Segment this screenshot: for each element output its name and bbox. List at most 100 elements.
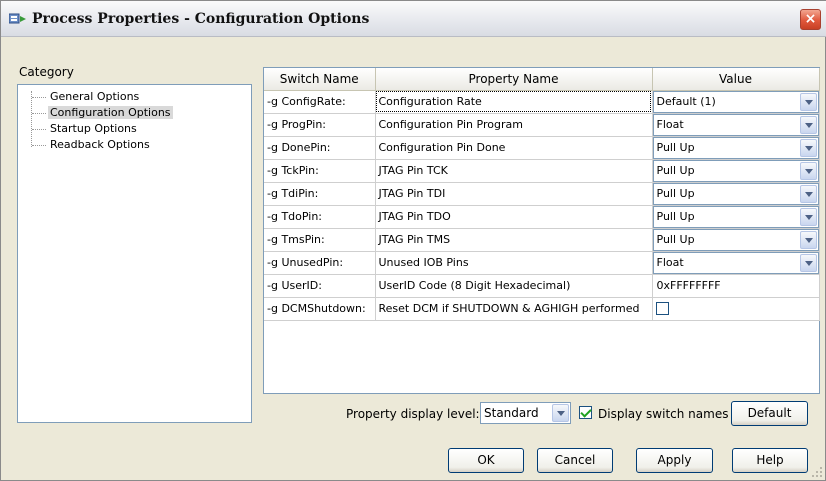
tree-connector <box>32 144 46 146</box>
title-bar[interactable]: Process Properties - Configuration Optio… <box>1 1 826 37</box>
tree-item-label: Readback Options <box>50 138 150 151</box>
value-cell: Pull Up <box>652 228 820 252</box>
property-name-cell: Configuration Rate <box>375 90 653 114</box>
tree-item-label: General Options <box>50 90 140 103</box>
tdo-pin-dropdown[interactable]: Pull Up <box>652 205 818 227</box>
value-cell: Pull Up <box>652 182 820 206</box>
table-row: -g TdiPin: JTAG Pin TDI Pull Up <box>264 182 820 206</box>
switch-name-cell: -g UnusedPin: <box>264 251 376 275</box>
property-name-cell: UserID Code (8 Digit Hexadecimal) <box>375 274 653 298</box>
value-cell <box>652 297 820 321</box>
switch-name-cell: -g TdoPin: <box>264 205 376 229</box>
chevron-down-icon[interactable] <box>552 404 569 422</box>
table-row: -g TdoPin: JTAG Pin TDO Pull Up <box>264 205 820 229</box>
chevron-down-icon[interactable] <box>799 207 817 226</box>
property-name-cell: JTAG Pin TDO <box>375 205 653 229</box>
table-row: -g ConfigRate: Configuration Rate Defaul… <box>264 90 820 114</box>
switch-name-cell: -g TckPin: <box>264 159 376 183</box>
dropdown-value: Float <box>656 255 684 269</box>
table-row: -g DonePin: Configuration Pin Done Pull … <box>264 136 820 160</box>
value-cell: Default (1) <box>652 90 820 114</box>
display-options-row: Property display level: Standard Display… <box>1 401 826 427</box>
switch-name-cell: -g UserID: <box>264 274 376 298</box>
dropdown-value: Pull Up <box>656 209 695 223</box>
value-cell: Float <box>652 251 820 275</box>
table-row: -g DCMShutdown: Reset DCM if SHUTDOWN & … <box>264 297 820 321</box>
chevron-down-icon[interactable] <box>799 230 817 249</box>
tree-connector <box>32 96 46 98</box>
tck-pin-dropdown[interactable]: Pull Up <box>652 159 818 181</box>
dropdown-value: Default (1) <box>656 94 716 108</box>
column-header-property-name[interactable]: Property Name <box>375 68 653 91</box>
property-display-level-label: Property display level: <box>346 407 480 421</box>
switch-name-cell: -g ConfigRate: <box>264 90 376 114</box>
table-row: -g UnusedPin: Unused IOB Pins Float <box>264 251 820 275</box>
property-name-cell: JTAG Pin TMS <box>375 228 653 252</box>
tree-item-configuration-options[interactable]: Configuration Options <box>32 106 173 122</box>
dropdown-value: Pull Up <box>656 232 695 246</box>
close-button[interactable]: × <box>800 9 821 30</box>
done-pin-dropdown[interactable]: Pull Up <box>652 136 818 158</box>
apply-button[interactable]: Apply <box>636 448 713 473</box>
tree-connector <box>32 112 46 114</box>
config-rate-dropdown[interactable]: Default (1) <box>652 90 818 112</box>
property-name-cell: Unused IOB Pins <box>375 251 653 275</box>
resize-grip-icon[interactable] <box>811 466 823 478</box>
unused-pin-dropdown[interactable]: Float <box>652 251 818 273</box>
tdi-pin-dropdown[interactable]: Pull Up <box>652 182 818 204</box>
display-switch-names-label[interactable]: Display switch names <box>598 407 728 421</box>
switch-name-cell: -g DCMShutdown: <box>264 297 376 321</box>
tree-item-label: Startup Options <box>50 122 137 135</box>
properties-grid: Switch Name Property Name Value -g Confi… <box>263 67 820 394</box>
cancel-button[interactable]: Cancel <box>537 448 613 473</box>
properties-icon <box>9 13 26 24</box>
property-name-cell: Configuration Pin Done <box>375 136 653 160</box>
property-name-cell: Configuration Pin Program <box>375 113 653 137</box>
dropdown-value: Pull Up <box>656 140 695 154</box>
tree-item-label: Configuration Options <box>48 106 173 119</box>
chevron-down-icon[interactable] <box>799 138 817 157</box>
process-properties-dialog: Process Properties - Configuration Optio… <box>0 0 826 481</box>
default-button[interactable]: Default <box>731 401 808 426</box>
switch-name-cell: -g DonePin: <box>264 136 376 160</box>
table-header-row: Switch Name Property Name Value <box>264 68 820 91</box>
tree-item-readback-options[interactable]: Readback Options <box>32 138 152 154</box>
dropdown-value: Pull Up <box>656 163 695 177</box>
column-header-switch-name[interactable]: Switch Name <box>264 68 376 91</box>
table-row: -g TmsPin: JTAG Pin TMS Pull Up <box>264 228 820 252</box>
chevron-down-icon[interactable] <box>799 115 817 134</box>
dropdown-value: Float <box>656 117 684 131</box>
prog-pin-dropdown[interactable]: Float <box>652 113 818 135</box>
dcm-shutdown-checkbox[interactable] <box>655 302 669 316</box>
chevron-down-icon[interactable] <box>799 92 817 111</box>
switch-name-cell: -g TmsPin: <box>264 228 376 252</box>
column-header-value[interactable]: Value <box>652 68 820 91</box>
property-name-cell: Reset DCM if SHUTDOWN & AGHIGH performed <box>375 297 653 321</box>
chevron-down-icon[interactable] <box>799 161 817 180</box>
help-button[interactable]: Help <box>732 448 808 473</box>
tree-item-general-options[interactable]: General Options <box>32 90 141 106</box>
value-cell: Pull Up <box>652 159 820 183</box>
category-label-text: Category <box>19 65 74 79</box>
category-tree[interactable]: General Options Configuration Options St… <box>17 84 252 423</box>
ok-button[interactable]: OK <box>448 448 524 473</box>
display-switch-names-checkbox[interactable] <box>579 406 592 419</box>
chevron-down-icon[interactable] <box>799 184 817 203</box>
switch-name-cell: -g ProgPin: <box>264 113 376 137</box>
chevron-down-icon[interactable] <box>799 253 817 272</box>
switch-name-cell: -g TdiPin: <box>264 182 376 206</box>
tms-pin-dropdown[interactable]: Pull Up <box>652 228 818 250</box>
user-id-input[interactable]: 0xFFFFFFFF <box>652 274 820 298</box>
table-row: -g ProgPin: Configuration Pin Program Fl… <box>264 113 820 137</box>
property-name-cell: JTAG Pin TCK <box>375 159 653 183</box>
window-title: Process Properties - Configuration Optio… <box>32 11 370 27</box>
value-cell: Float <box>652 113 820 137</box>
dropdown-value: Standard <box>484 406 539 420</box>
properties-table: Switch Name Property Name Value -g Confi… <box>264 68 820 321</box>
property-name-cell: JTAG Pin TDI <box>375 182 653 206</box>
tree-item-startup-options[interactable]: Startup Options <box>32 122 139 138</box>
table-row: -g UserID: UserID Code (8 Digit Hexadeci… <box>264 274 820 298</box>
property-display-level-dropdown[interactable]: Standard <box>480 402 571 424</box>
value-cell: Pull Up <box>652 205 820 229</box>
tree-connector <box>32 128 46 130</box>
